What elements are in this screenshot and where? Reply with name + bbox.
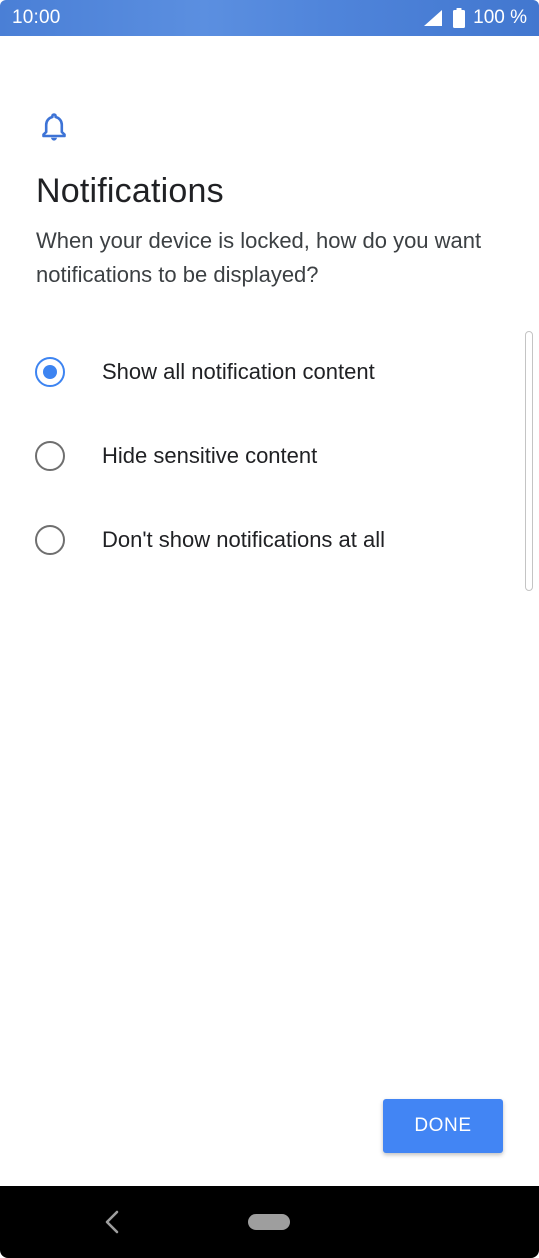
navigation-bar (0, 1186, 539, 1258)
radio-dont-show[interactable] (35, 525, 65, 555)
battery-percentage: 100 % (473, 7, 527, 28)
status-icons: 100 % (424, 6, 527, 30)
done-button[interactable]: DONE (383, 1099, 503, 1153)
option-label: Show all notification content (102, 359, 375, 384)
option-label: Hide sensitive content (102, 443, 318, 468)
status-time: 10:00 (12, 7, 61, 28)
back-icon[interactable] (102, 1208, 122, 1236)
option-show-all[interactable]: Show all notification content (0, 330, 539, 414)
radio-show-all[interactable] (35, 357, 65, 387)
status-bar: 10:00 100 % (0, 0, 539, 36)
home-pill[interactable] (248, 1214, 290, 1230)
scrollbar[interactable] (525, 331, 533, 591)
page-description: When your device is locked, how do you w… (36, 228, 482, 287)
bell-icon (42, 113, 66, 141)
option-label: Don't show notifications at all (102, 527, 386, 552)
signal-icon (424, 10, 443, 26)
page-title: Notifications (36, 172, 224, 210)
battery-icon (453, 8, 466, 28)
option-hide-sensitive[interactable]: Hide sensitive content (0, 414, 539, 498)
notification-options: Show all notification content Hide sensi… (0, 330, 539, 582)
option-dont-show[interactable]: Don't show notifications at all (0, 498, 539, 582)
radio-hide-sensitive[interactable] (35, 441, 65, 471)
